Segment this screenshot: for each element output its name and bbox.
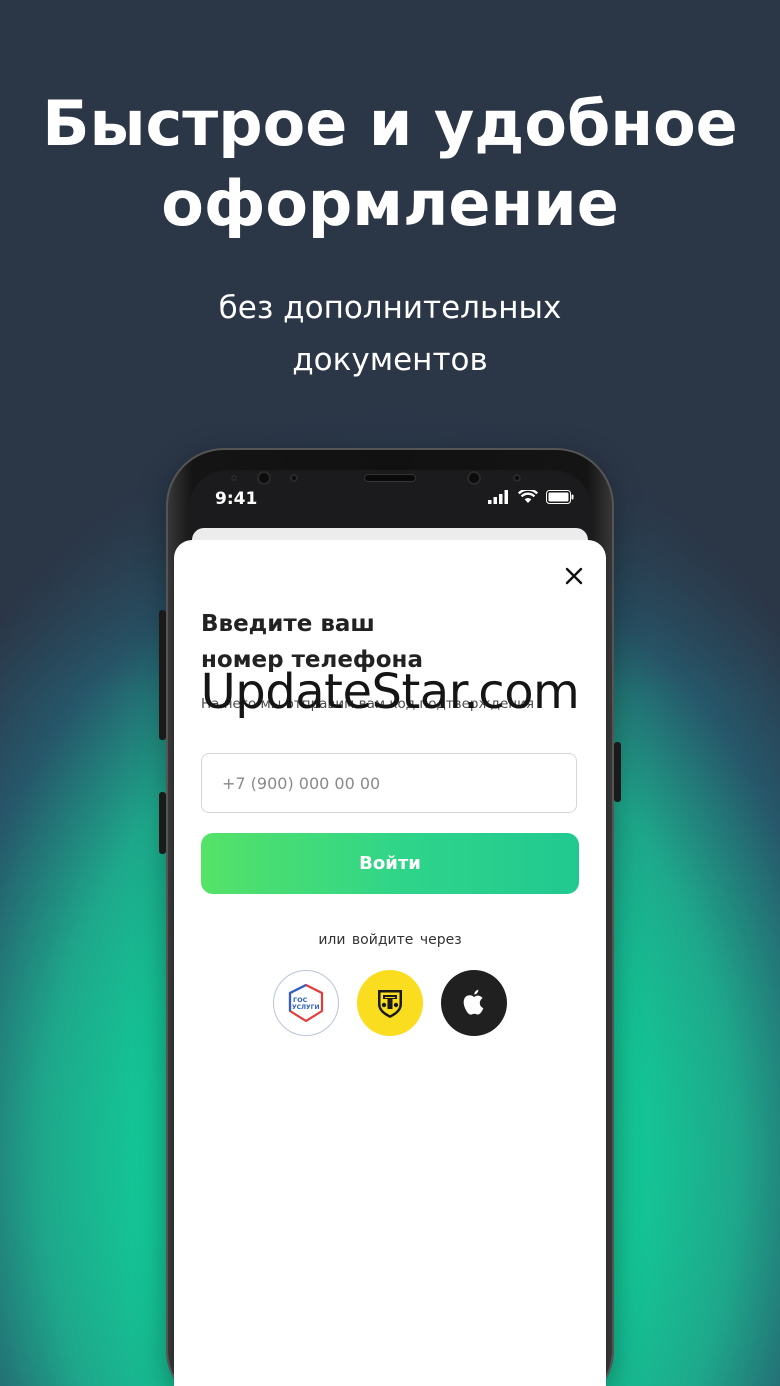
close-button[interactable] (558, 560, 590, 592)
apple-login-button[interactable] (441, 970, 507, 1036)
status-bar: 9:41 (188, 470, 592, 528)
phone-sensor (513, 474, 521, 482)
apple-icon (463, 989, 484, 1015)
tinkoff-login-button[interactable] (357, 970, 423, 1036)
modal-title-line-1: Введите ваш (201, 611, 375, 637)
phone-speaker (364, 474, 416, 482)
promo-headline: Быстрое и удобное оформление (0, 84, 780, 244)
phone-side-button-left-upper (159, 610, 166, 740)
gosuslugi-icon: ГОС УСЛУГИ (288, 983, 324, 1023)
phone-side-button-left-lower (159, 792, 166, 854)
modal-subtitle: На него мы отправим вам код подтверждени… (201, 696, 535, 712)
phone-sensor (290, 474, 298, 482)
gosuslugi-login-button[interactable]: ГОС УСЛУГИ (273, 970, 339, 1036)
alternative-login-label: или войдите через (318, 932, 462, 948)
status-time: 9:41 (215, 489, 258, 509)
promo-subheadline: без дополнительных документов (0, 282, 780, 386)
signal-icon (488, 489, 510, 508)
phone-front-camera (257, 471, 271, 485)
subheadline-line-2: документов (292, 342, 488, 378)
status-icons (488, 487, 574, 508)
login-modal: Введите ваш номер телефона На него мы от… (174, 540, 606, 1386)
phone-sensor (231, 475, 237, 481)
social-login-row: ГОС УСЛУГИ (273, 970, 509, 1036)
battery-icon (546, 489, 574, 508)
headline-line-1: Быстрое и удобное (42, 87, 738, 160)
headline-line-2: оформление (161, 167, 619, 240)
login-button[interactable]: Войти (201, 833, 579, 894)
phone-side-button-right (614, 742, 621, 802)
tinkoff-icon (378, 990, 402, 1018)
subheadline-line-1: без дополнительных (218, 290, 562, 326)
gosuslugi-logo-line-1: ГОС (293, 996, 308, 1004)
close-icon (565, 567, 583, 585)
phone-input[interactable] (201, 753, 577, 813)
phone-camera (467, 471, 481, 485)
gosuslugi-logo-line-2: УСЛУГИ (292, 1004, 319, 1011)
modal-title: Введите ваш номер телефона (201, 606, 501, 678)
wifi-icon (517, 487, 539, 508)
modal-title-line-2: номер телефона (201, 647, 423, 673)
